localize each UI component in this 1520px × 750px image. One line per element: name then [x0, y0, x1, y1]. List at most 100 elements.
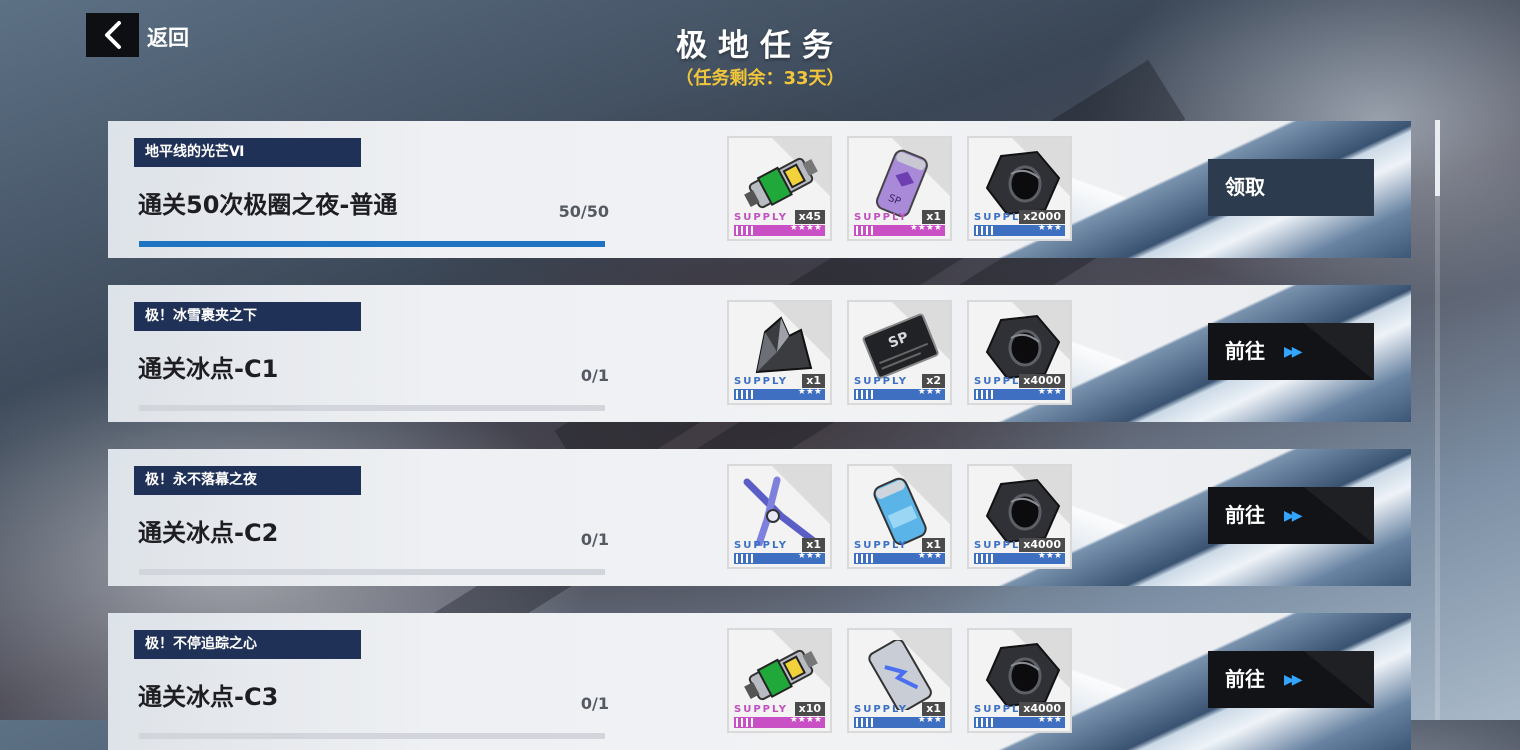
reward-quantity: x1 — [802, 374, 825, 388]
rarity-stars: ★★★★ — [789, 715, 822, 725]
days-remaining: （任务剩余：33天） — [675, 68, 845, 89]
mission-title: 通关冰点-C3 — [138, 683, 279, 711]
rarity-stars: ★★★ — [917, 551, 942, 561]
rarity-ticks — [736, 390, 754, 399]
mission-progress-text: 0/1 — [580, 366, 609, 385]
rarity-bar: ★★★ — [854, 387, 945, 400]
rarity-stars: ★★★★ — [909, 223, 942, 233]
rarity-stars: ★★★ — [917, 715, 942, 725]
rarity-ticks — [856, 554, 874, 563]
mission-progress-bar — [139, 569, 605, 575]
mission-progress-text: 50/50 — [558, 202, 609, 221]
mission-progress-text: 0/1 — [580, 694, 609, 713]
rarity-bar: ★★★★ — [854, 223, 945, 236]
rarity-stars: ★★★ — [797, 551, 822, 561]
rarity-bar: ★★★ — [974, 715, 1065, 728]
rarity-ticks — [856, 226, 874, 235]
mission-tag: 地平线的光芒Ⅵ — [134, 138, 361, 167]
goto-button[interactable]: 前往 ▶▶ — [1208, 487, 1374, 544]
action-label: 领取 — [1225, 175, 1265, 199]
reward-quantity: x45 — [794, 210, 825, 224]
rarity-ticks — [976, 226, 994, 235]
mission-card-2: 极！冰雪裹夹之下 通关冰点-C1 0/1 SUPPLY x1 ★★★ SP SUPPLY… — [108, 285, 1411, 422]
reward-quantity: x1 — [922, 702, 945, 716]
rarity-bar: ★★★★ — [734, 223, 825, 236]
mission-tag: 极！不停追踪之心 — [134, 630, 361, 659]
rarity-stars: ★★★ — [1037, 387, 1062, 397]
action-label: 前往 — [1225, 667, 1265, 691]
mission-title: 通关50次极圈之夜-普通 — [138, 191, 398, 219]
reward-item[interactable]: SUPPLY x4000 ★★★ — [967, 300, 1072, 405]
scrollbar[interactable] — [1435, 120, 1440, 720]
reward-quantity: x1 — [922, 538, 945, 552]
rarity-bar: ★★★★ — [734, 715, 825, 728]
reward-quantity: x4000 — [1019, 702, 1065, 716]
supply-label: SUPPLY — [854, 540, 909, 551]
mission-progress-fill — [139, 241, 605, 247]
page-title: 极地任务 — [676, 28, 844, 64]
supply-label: SUPPLY — [734, 540, 789, 551]
mission-title: 通关冰点-C1 — [138, 355, 279, 383]
reward-quantity: x4000 — [1019, 538, 1065, 552]
mission-card-1: 地平线的光芒Ⅵ 通关50次极圈之夜-普通 50/50 SUPPLY x45 ★★★★… — [108, 121, 1411, 258]
reward-item[interactable]: SP SUPPLY x1 ★★★★ — [847, 136, 952, 241]
fast-forward-icon: ▶▶ — [1283, 672, 1302, 688]
reward-quantity: x1 — [802, 538, 825, 552]
scrollbar-thumb[interactable] — [1435, 120, 1440, 196]
rarity-bar: ★★★ — [974, 387, 1065, 400]
rarity-ticks — [736, 226, 754, 235]
reward-quantity: x2 — [922, 374, 945, 388]
mission-title: 通关冰点-C2 — [138, 519, 279, 547]
reward-item[interactable]: SUPPLY x4000 ★★★ — [967, 464, 1072, 569]
mission-card-3: 极！永不落幕之夜 通关冰点-C2 0/1 SUPPLY x1 ★★★ SUPPLY x1… — [108, 449, 1411, 586]
rarity-bar: ★★★ — [854, 551, 945, 564]
supply-label: SUPPLY — [734, 212, 789, 223]
supply-label: SUPPLY — [854, 704, 909, 715]
rarity-ticks — [736, 554, 754, 563]
rarity-ticks — [856, 718, 874, 727]
mission-card-4: 极！不停追踪之心 通关冰点-C3 0/1 SUPPLY x10 ★★★★ SUPPLY… — [108, 613, 1411, 750]
goto-button[interactable]: 前往 ▶▶ — [1208, 323, 1374, 380]
reward-item[interactable]: SUPPLY x45 ★★★★ — [727, 136, 832, 241]
rarity-ticks — [976, 718, 994, 727]
mission-progress-bar — [139, 733, 605, 739]
action-label: 前往 — [1225, 339, 1265, 363]
mission-progress-bar — [139, 241, 605, 247]
rarity-bar: ★★★ — [854, 715, 945, 728]
rarity-ticks — [856, 390, 874, 399]
reward-quantity: x2000 — [1019, 210, 1065, 224]
mission-progress-bar — [139, 405, 605, 411]
mission-tag: 极！冰雪裹夹之下 — [134, 302, 361, 331]
goto-button[interactable]: 前往 ▶▶ — [1208, 651, 1374, 708]
reward-item[interactable]: SUPPLY x1 ★★★ — [727, 464, 832, 569]
supply-label: SUPPLY — [854, 212, 909, 223]
rarity-stars: ★★★ — [1037, 223, 1062, 233]
reward-quantity: x4000 — [1019, 374, 1065, 388]
mission-progress-text: 0/1 — [580, 530, 609, 549]
rarity-stars: ★★★ — [917, 387, 942, 397]
action-label: 前往 — [1225, 503, 1265, 527]
reward-item[interactable]: SUPPLY x2000 ★★★ — [967, 136, 1072, 241]
rarity-bar: ★★★ — [974, 223, 1065, 236]
fast-forward-icon: ▶▶ — [1283, 508, 1302, 524]
rarity-bar: ★★★ — [734, 551, 825, 564]
rarity-bar: ★★★ — [734, 387, 825, 400]
reward-item[interactable]: SUPPLY x4000 ★★★ — [967, 628, 1072, 733]
screen: { "header": { "back_label": "返回", "title… — [0, 0, 1520, 750]
reward-item[interactable]: SP SUPPLY x2 ★★★ — [847, 300, 952, 405]
rarity-stars: ★★★ — [1037, 715, 1062, 725]
reward-item[interactable]: SUPPLY x1 ★★★ — [847, 628, 952, 733]
rarity-ticks — [976, 390, 994, 399]
rarity-ticks — [976, 554, 994, 563]
claim-button[interactable]: 领取 — [1208, 159, 1374, 216]
supply-label: SUPPLY — [734, 376, 789, 387]
fast-forward-icon: ▶▶ — [1283, 344, 1302, 360]
reward-quantity: x10 — [794, 702, 825, 716]
reward-item[interactable]: SUPPLY x10 ★★★★ — [727, 628, 832, 733]
supply-label: SUPPLY — [854, 376, 909, 387]
supply-label: SUPPLY — [734, 704, 789, 715]
rarity-stars: ★★★★ — [789, 223, 822, 233]
reward-item[interactable]: SUPPLY x1 ★★★ — [727, 300, 832, 405]
reward-item[interactable]: SUPPLY x1 ★★★ — [847, 464, 952, 569]
rarity-ticks — [736, 718, 754, 727]
